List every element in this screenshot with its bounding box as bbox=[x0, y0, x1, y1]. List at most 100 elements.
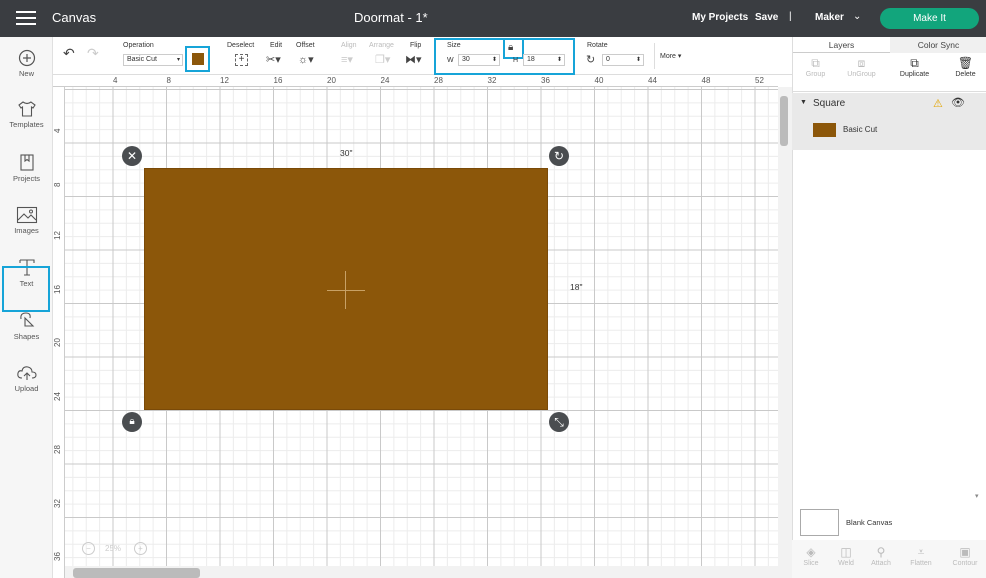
ruler-number: 20 bbox=[53, 338, 62, 347]
more-label: More bbox=[660, 53, 676, 60]
center-crosshair bbox=[345, 271, 346, 309]
stepper-icon[interactable]: ⬍ bbox=[492, 55, 497, 65]
caret-down-icon: ▾ bbox=[176, 57, 180, 63]
ruler-number: 8 bbox=[53, 182, 62, 187]
shapes-icon bbox=[19, 312, 34, 327]
height-value: 18 bbox=[527, 56, 535, 63]
app-title: Canvas bbox=[52, 10, 97, 25]
operation-value: Basic Cut bbox=[127, 56, 157, 63]
zoom-out-icon[interactable]: − bbox=[82, 542, 95, 555]
blank-canvas-label: Blank Canvas bbox=[846, 518, 893, 527]
vertical-ruler: 4 8 12 16 20 24 28 32 36 bbox=[53, 87, 65, 578]
duplicate-button[interactable]: ⧉ Duplicate bbox=[892, 55, 937, 78]
operation-label: Operation bbox=[123, 42, 154, 49]
weld-label: Weld bbox=[838, 560, 854, 567]
ruler-number: 12 bbox=[53, 231, 62, 240]
upload-cloud-icon bbox=[16, 366, 37, 380]
attach-button[interactable]: ⚲ Attach bbox=[862, 544, 900, 567]
sidebar-item-label: Shapes bbox=[13, 332, 40, 341]
header-separator: | bbox=[789, 11, 792, 22]
edit-scissors-icon[interactable]: ✂▾ bbox=[266, 54, 281, 66]
sidebar-item-new[interactable]: New bbox=[0, 49, 53, 97]
undo-icon[interactable]: ↶ bbox=[63, 46, 75, 60]
make-it-button[interactable]: Make It bbox=[880, 8, 979, 29]
rotate-label: Rotate bbox=[587, 42, 608, 49]
rotate-input[interactable]: 0 ⬍ bbox=[602, 54, 644, 66]
lock-icon[interactable]: 🔒︎ bbox=[508, 42, 513, 54]
blank-canvas-thumbnail[interactable] bbox=[800, 509, 839, 536]
sidebar-item-images[interactable]: Images bbox=[0, 206, 53, 254]
ungroup-button[interactable]: ⧈ UnGroup bbox=[839, 55, 884, 78]
stepper-icon[interactable]: ⬍ bbox=[557, 55, 562, 65]
ruler-number: 28 bbox=[434, 76, 443, 85]
slice-label: Slice bbox=[803, 560, 819, 567]
layer-group-name[interactable]: Square bbox=[813, 98, 845, 109]
hamburger-menu-icon[interactable] bbox=[16, 11, 36, 26]
zoom-level: 25% bbox=[105, 544, 122, 553]
ruler-number: 36 bbox=[541, 76, 550, 85]
group-button[interactable]: ⧉ Group bbox=[793, 55, 838, 78]
ruler-number: 32 bbox=[487, 76, 497, 85]
height-label: H bbox=[513, 57, 519, 64]
resize-handle-icon[interactable]: ⤡ bbox=[549, 412, 569, 432]
offset-icon[interactable]: ☼▾ bbox=[298, 54, 314, 66]
sidebar-item-shapes[interactable]: Shapes bbox=[0, 310, 53, 358]
vertical-scroll-thumb[interactable] bbox=[780, 96, 788, 146]
width-input[interactable]: 30 ⬍ bbox=[458, 54, 500, 66]
eye-icon[interactable]: 👁︎ bbox=[951, 96, 965, 109]
deselect-icon[interactable]: + bbox=[235, 54, 248, 66]
contour-button[interactable]: ▣ Contour bbox=[946, 544, 984, 567]
group-label: Group bbox=[805, 71, 826, 78]
lock-handle-icon[interactable]: 🔒︎ bbox=[122, 412, 142, 432]
ruler-number: 24 bbox=[53, 391, 62, 401]
align-icon[interactable]: ≡▾ bbox=[341, 54, 353, 66]
zoom-in-icon[interactable]: + bbox=[134, 542, 147, 555]
collapse-caret-icon[interactable]: ▼ bbox=[800, 99, 807, 106]
ruler-number: 20 bbox=[327, 76, 336, 85]
flip-icon[interactable]: ⧓▾ bbox=[405, 54, 422, 66]
panel-scroll-down-icon[interactable]: ▾ bbox=[975, 492, 979, 500]
width-label: W bbox=[447, 57, 454, 64]
delete-button[interactable]: 🗑︎ Delete bbox=[943, 55, 986, 78]
ruler-number: 24 bbox=[380, 76, 390, 85]
warning-icon[interactable]: ⚠ bbox=[933, 97, 943, 110]
contour-icon: ▣ bbox=[959, 545, 971, 559]
ungroup-label: UnGroup bbox=[847, 71, 876, 78]
machine-selector[interactable]: Maker bbox=[815, 12, 844, 23]
slice-button[interactable]: ◈ Slice bbox=[792, 544, 830, 567]
arrange-icon[interactable]: ❐▾ bbox=[375, 54, 390, 66]
color-swatch[interactable] bbox=[192, 53, 204, 65]
attach-label: Attach bbox=[871, 560, 891, 567]
plus-circle-icon bbox=[18, 49, 35, 67]
sidebar-item-projects[interactable]: Projects bbox=[0, 152, 53, 200]
flatten-label: Flatten bbox=[910, 560, 932, 567]
operation-select[interactable]: Basic Cut ▾ bbox=[123, 54, 183, 66]
height-input[interactable]: 18 ⬍ bbox=[523, 54, 565, 66]
redo-icon[interactable]: ↷ bbox=[87, 46, 99, 60]
ruler-number: 32 bbox=[53, 498, 62, 508]
my-projects-link[interactable]: My Projects bbox=[692, 12, 748, 23]
tab-layers[interactable]: Layers bbox=[793, 37, 890, 53]
stepper-icon[interactable]: ⬍ bbox=[636, 55, 641, 65]
weld-button[interactable]: ◫ Weld bbox=[827, 544, 865, 567]
save-button[interactable]: Save bbox=[755, 12, 778, 23]
vertical-scrollbar[interactable] bbox=[778, 87, 792, 578]
attach-icon: ⚲ bbox=[876, 545, 886, 559]
square-shape[interactable] bbox=[144, 168, 548, 410]
duplicate-icon: ⧉ bbox=[910, 56, 919, 70]
tab-color-sync[interactable]: Color Sync bbox=[890, 37, 986, 53]
contour-label: Contour bbox=[952, 560, 978, 567]
more-button[interactable]: More ▾ bbox=[660, 52, 681, 60]
rotate-handle-icon[interactable]: ↻ bbox=[549, 146, 569, 166]
flatten-button[interactable]: ⩡ Flatten bbox=[902, 544, 940, 567]
sidebar-item-upload[interactable]: Upload bbox=[0, 364, 53, 412]
sidebar-item-templates[interactable]: Templates bbox=[0, 100, 53, 148]
image-icon bbox=[16, 206, 37, 224]
delete-handle-icon[interactable]: ✕ bbox=[122, 146, 142, 166]
horizontal-scroll-thumb[interactable] bbox=[73, 568, 200, 578]
chevron-down-icon[interactable]: ⌄ bbox=[853, 11, 861, 22]
ruler-number: 48 bbox=[701, 76, 711, 85]
ruler-number: 16 bbox=[53, 284, 62, 294]
layer-item-label[interactable]: Basic Cut bbox=[843, 125, 877, 134]
sidebar-item-label: Projects bbox=[12, 174, 41, 183]
